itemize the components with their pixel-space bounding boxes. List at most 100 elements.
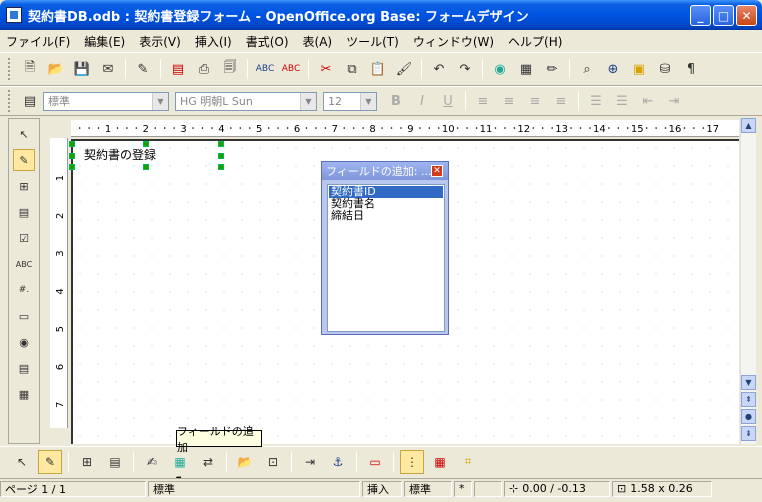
- arrange-icon[interactable]: ▭: [363, 450, 387, 474]
- menu-insert[interactable]: 挿入(I): [195, 33, 232, 50]
- anchor-icon[interactable]: ⚓: [326, 450, 350, 474]
- spellcheck-icon[interactable]: ABC: [254, 58, 276, 80]
- menu-view[interactable]: 表示(V): [139, 33, 181, 50]
- italic-icon[interactable]: I: [411, 90, 433, 112]
- increase-indent-icon[interactable]: ⇥: [663, 90, 685, 112]
- font-size-select[interactable]: 12 ▼: [323, 91, 377, 111]
- minimize-button[interactable]: _: [690, 5, 711, 26]
- new-document-icon[interactable]: 🗎: [19, 58, 41, 80]
- export-pdf-icon[interactable]: ▤: [167, 58, 189, 80]
- menu-tools[interactable]: ツール(T): [346, 33, 399, 50]
- page-preview-icon[interactable]: 🗐: [219, 58, 241, 80]
- combo-box-icon[interactable]: ▦: [13, 383, 35, 405]
- option-button-icon[interactable]: ◉: [13, 331, 35, 353]
- font-select[interactable]: HG 明朝L Sun ▼: [175, 91, 317, 111]
- navigator-icon[interactable]: ◉: [489, 58, 511, 80]
- vertical-scrollbar[interactable]: ▲ ▼ ⇞ ● ⇟: [740, 118, 756, 444]
- selection-handle[interactable]: [218, 164, 224, 170]
- design-mode-icon[interactable]: ✎: [38, 449, 62, 474]
- format-paintbrush-icon[interactable]: 🖌: [393, 58, 415, 80]
- status-selection-mode[interactable]: 標準: [404, 480, 452, 497]
- scroll-down-icon[interactable]: ▼: [741, 375, 756, 390]
- align-right-icon[interactable]: ≡: [524, 90, 546, 112]
- copy-icon[interactable]: ⧉: [341, 58, 363, 80]
- selection-handle[interactable]: [143, 164, 149, 170]
- toolbar-grip[interactable]: [8, 58, 11, 80]
- paste-icon[interactable]: 📋: [367, 58, 389, 80]
- previous-page-icon[interactable]: ⇞: [741, 392, 756, 407]
- chevron-down-icon[interactable]: ▼: [300, 92, 316, 110]
- bullets-icon[interactable]: ☰: [611, 90, 633, 112]
- navigator-compass-icon[interactable]: ⊕: [602, 58, 624, 80]
- menu-edit[interactable]: 編集(E): [84, 33, 125, 50]
- form-navigator-icon[interactable]: ⊞: [13, 175, 35, 197]
- scroll-up-icon[interactable]: ▲: [741, 118, 756, 133]
- form-properties-icon[interactable]: ▤: [13, 201, 35, 223]
- field-list[interactable]: 契約書ID 契約書名 締結日: [327, 184, 445, 332]
- selection-handle[interactable]: [218, 141, 224, 147]
- save-icon[interactable]: 💾: [71, 58, 93, 80]
- print-icon[interactable]: ⎙: [193, 58, 215, 80]
- style-select[interactable]: 標準 ▼: [43, 91, 169, 111]
- gallery-icon[interactable]: ▣: [628, 58, 650, 80]
- close-button[interactable]: ✕: [736, 5, 757, 26]
- menu-window[interactable]: ウィンドウ(W): [413, 33, 494, 50]
- data-sources-icon[interactable]: ⛁: [654, 58, 676, 80]
- bold-icon[interactable]: B: [385, 90, 407, 112]
- field-list-item[interactable]: 締結日: [329, 210, 443, 222]
- numbering-icon[interactable]: ☰: [585, 90, 607, 112]
- selection-handle[interactable]: [218, 153, 224, 159]
- snap-to-grid-icon[interactable]: ▦: [428, 450, 452, 474]
- control-properties-icon[interactable]: ✍: [140, 450, 164, 474]
- email-icon[interactable]: ✉: [97, 58, 119, 80]
- decrease-indent-icon[interactable]: ⇤: [637, 90, 659, 112]
- open-folder-icon[interactable]: 📂: [45, 58, 67, 80]
- justify-icon[interactable]: ≡: [550, 90, 572, 112]
- list-box-icon[interactable]: ▤: [13, 357, 35, 379]
- menu-table[interactable]: 表(A): [303, 33, 333, 50]
- navigation-icon[interactable]: ●: [741, 409, 756, 424]
- align-center-icon[interactable]: ≡: [498, 90, 520, 112]
- form-label-control[interactable]: 契約書の登録: [84, 146, 156, 163]
- maximize-button[interactable]: □: [713, 5, 734, 26]
- autospellcheck-icon[interactable]: ABC: [280, 58, 302, 80]
- push-button-icon[interactable]: ▭: [13, 305, 35, 327]
- formatted-field-icon[interactable]: #.: [13, 279, 35, 301]
- chevron-down-icon[interactable]: ▼: [360, 92, 376, 110]
- find-replace-icon[interactable]: ⌕: [576, 58, 598, 80]
- form-properties-icon[interactable]: ▤: [103, 450, 127, 474]
- cut-icon[interactable]: ✂: [315, 58, 337, 80]
- guides-when-moving-icon[interactable]: ⌗: [456, 450, 480, 474]
- position-size-icon[interactable]: ⇥: [298, 450, 322, 474]
- selection-handle[interactable]: [69, 164, 75, 170]
- checkbox-icon[interactable]: ☑: [13, 227, 35, 249]
- next-page-icon[interactable]: ⇟: [741, 426, 756, 441]
- scroll-track[interactable]: [741, 135, 756, 375]
- text-box-icon[interactable]: ABC: [13, 253, 35, 275]
- selection-handle[interactable]: [143, 141, 149, 147]
- selection-handle[interactable]: [69, 153, 75, 159]
- draw-functions-icon[interactable]: ✏: [541, 58, 563, 80]
- status-insert-mode[interactable]: 挿入: [362, 480, 402, 497]
- select-pointer-icon[interactable]: ↖: [13, 123, 35, 145]
- underline-icon[interactable]: U: [437, 90, 459, 112]
- automatic-focus-icon[interactable]: ⊡: [261, 450, 285, 474]
- display-grid-icon[interactable]: ⋮: [400, 449, 424, 474]
- select-pointer-icon[interactable]: ↖: [10, 450, 34, 474]
- close-icon[interactable]: ✕: [431, 165, 443, 177]
- table-icon[interactable]: ▦: [515, 58, 537, 80]
- status-digital-signature[interactable]: [474, 480, 502, 497]
- edit-file-icon[interactable]: ✎: [132, 58, 154, 80]
- menu-file[interactable]: ファイル(F): [6, 33, 70, 50]
- chevron-down-icon[interactable]: ▼: [152, 92, 168, 110]
- nonprinting-chars-icon[interactable]: ¶: [680, 58, 702, 80]
- design-mode-icon[interactable]: ✎: [13, 149, 35, 171]
- menu-help[interactable]: ヘルプ(H): [508, 33, 562, 50]
- styles-formatting-icon[interactable]: ▤: [19, 90, 41, 112]
- menu-format[interactable]: 書式(O): [246, 33, 289, 50]
- undo-icon[interactable]: ↶: [428, 58, 450, 80]
- form-navigator-icon[interactable]: ⊞: [75, 450, 99, 474]
- align-left-icon[interactable]: ≡: [472, 90, 494, 112]
- toolbar-grip[interactable]: [8, 90, 11, 112]
- redo-icon[interactable]: ↷: [454, 58, 476, 80]
